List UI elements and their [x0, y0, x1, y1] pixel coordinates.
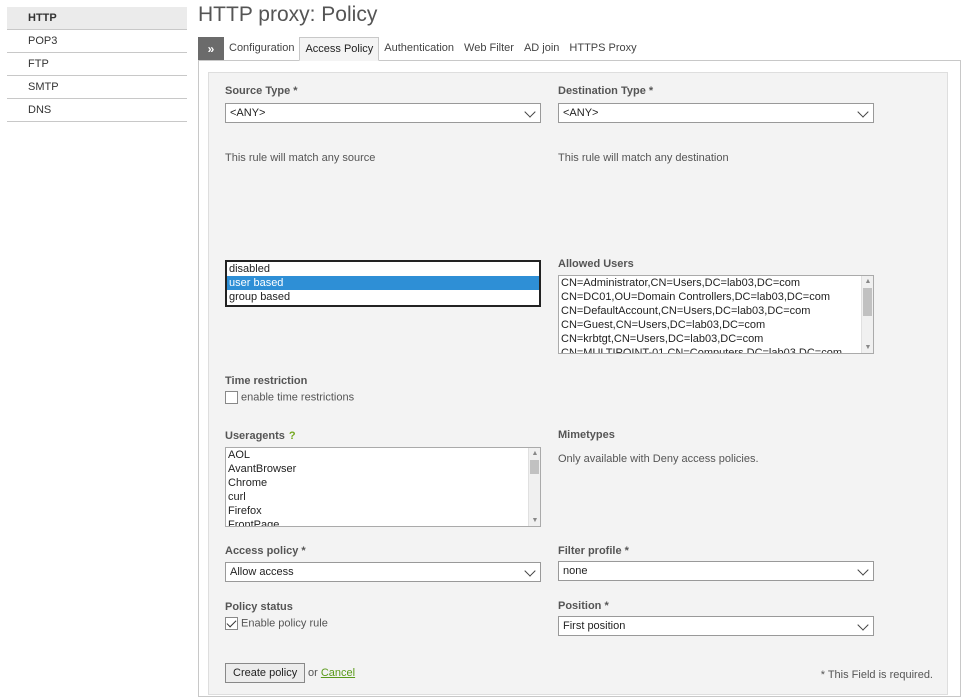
- tab-https-proxy[interactable]: HTTPS Proxy: [564, 37, 641, 60]
- list-item[interactable]: CN=DC01,OU=Domain Controllers,DC=lab03,D…: [559, 290, 873, 304]
- useragents-label-text: Useragents: [225, 430, 285, 442]
- sidebar-item-smtp[interactable]: SMTP: [7, 76, 187, 99]
- scroll-thumb[interactable]: [863, 288, 872, 316]
- time-restriction-label: Time restriction: [225, 375, 308, 387]
- list-item[interactable]: CN=krbtgt,CN=Users,DC=lab03,DC=com: [559, 332, 873, 346]
- source-type-select[interactable]: <ANY>: [225, 103, 541, 123]
- allowed-users-scrollbar[interactable]: ▲ ▼: [861, 276, 873, 353]
- scroll-thumb[interactable]: [530, 460, 539, 474]
- list-item[interactable]: FrontPage: [226, 518, 540, 526]
- or-text: or: [308, 667, 318, 679]
- scroll-down-icon[interactable]: ▼: [529, 515, 540, 526]
- sidebar-item-ftp[interactable]: FTP: [7, 53, 187, 76]
- useragents-label: Useragents?: [225, 430, 296, 442]
- tab-bar: » Configuration Access Policy Authentica…: [198, 37, 961, 61]
- list-item[interactable]: CN=Administrator,CN=Users,DC=lab03,DC=co…: [559, 276, 873, 290]
- tab-configuration[interactable]: Configuration: [224, 37, 299, 60]
- sidebar-nav: HTTP POP3 FTP SMTP DNS: [7, 7, 187, 122]
- tab-ad-join[interactable]: AD join: [519, 37, 564, 60]
- page-title: HTTP proxy: Policy: [198, 3, 378, 26]
- tab-access-policy[interactable]: Access Policy: [299, 37, 380, 61]
- cancel-link[interactable]: Cancel: [321, 667, 355, 679]
- tab-web-filter[interactable]: Web Filter: [459, 37, 519, 60]
- access-policy-label: Access policy *: [225, 545, 306, 557]
- required-note: * This Field is required.: [820, 669, 933, 681]
- sidebar-item-http[interactable]: HTTP: [7, 7, 187, 30]
- allowed-users-listbox[interactable]: CN=Administrator,CN=Users,DC=lab03,DC=co…: [558, 275, 874, 354]
- mimetypes-note: Only available with Deny access policies…: [558, 453, 759, 465]
- enable-policy-checkbox-label: Enable policy rule: [241, 617, 328, 630]
- destination-type-select[interactable]: <ANY>: [558, 103, 874, 123]
- destination-type-note: This rule will match any destination: [558, 152, 729, 164]
- allowed-users-label: Allowed Users: [558, 258, 634, 270]
- time-restriction-row: enable time restrictions: [225, 391, 354, 404]
- useragents-scrollbar[interactable]: ▲ ▼: [528, 448, 540, 526]
- scroll-up-icon[interactable]: ▲: [862, 276, 873, 287]
- action-row: or Cancel: [308, 667, 355, 679]
- list-item[interactable]: AOL: [226, 448, 540, 462]
- sidebar-item-dns[interactable]: DNS: [7, 99, 187, 122]
- help-icon[interactable]: ?: [289, 430, 296, 442]
- auth-mode-option[interactable]: group based: [227, 290, 539, 304]
- list-item[interactable]: AvantBrowser: [226, 462, 540, 476]
- policy-status-label: Policy status: [225, 601, 293, 613]
- auth-mode-option[interactable]: disabled: [227, 262, 539, 276]
- position-select[interactable]: First position: [558, 616, 874, 636]
- list-item[interactable]: Chrome: [226, 476, 540, 490]
- list-item[interactable]: curl: [226, 490, 540, 504]
- policy-form: Source Type * <ANY> This rule will match…: [208, 72, 948, 695]
- access-policy-value: Allow access: [230, 566, 294, 578]
- position-label: Position *: [558, 600, 609, 612]
- filter-profile-select[interactable]: none: [558, 561, 874, 581]
- useragents-listbox[interactable]: AOL AvantBrowser Chrome curl Firefox Fro…: [225, 447, 541, 527]
- chevron-down-icon: [857, 564, 869, 576]
- list-item[interactable]: CN=DefaultAccount,CN=Users,DC=lab03,DC=c…: [559, 304, 873, 318]
- source-type-note: This rule will match any source: [225, 152, 376, 164]
- auth-mode-option-selected[interactable]: user based: [227, 276, 539, 290]
- chevron-down-icon: [857, 619, 869, 631]
- source-type-label: Source Type *: [225, 85, 298, 97]
- tab-authentication[interactable]: Authentication: [379, 37, 459, 60]
- policy-status-row: Enable policy rule: [225, 617, 328, 630]
- scroll-up-icon[interactable]: ▲: [529, 448, 540, 459]
- destination-type-label: Destination Type *: [558, 85, 654, 97]
- tab-panel: Source Type * <ANY> This rule will match…: [198, 61, 961, 697]
- create-policy-button[interactable]: Create policy: [225, 663, 306, 683]
- destination-type-value: <ANY>: [563, 107, 599, 119]
- enable-policy-checkbox[interactable]: [225, 617, 238, 630]
- collapse-toggle-icon[interactable]: »: [198, 37, 224, 60]
- mimetypes-label: Mimetypes: [558, 429, 615, 441]
- auth-mode-listbox[interactable]: disabled user based group based: [225, 260, 541, 307]
- source-type-value: <ANY>: [230, 107, 266, 119]
- position-value: First position: [563, 620, 626, 632]
- filter-profile-value: none: [563, 565, 588, 577]
- chevron-down-icon: [857, 106, 869, 118]
- chevron-down-icon: [524, 106, 536, 118]
- chevron-down-icon: [524, 565, 536, 577]
- list-item[interactable]: CN=Guest,CN=Users,DC=lab03,DC=com: [559, 318, 873, 332]
- list-item[interactable]: CN=MULTIPOINT-01,CN=Computers,DC=lab03,D…: [559, 346, 873, 353]
- sidebar-item-pop3[interactable]: POP3: [7, 30, 187, 53]
- list-item[interactable]: Firefox: [226, 504, 540, 518]
- time-restriction-checkbox-label: enable time restrictions: [241, 391, 355, 404]
- access-policy-select[interactable]: Allow access: [225, 562, 541, 582]
- time-restriction-checkbox[interactable]: [225, 391, 238, 404]
- scroll-down-icon[interactable]: ▼: [862, 342, 873, 353]
- filter-profile-label: Filter profile *: [558, 545, 629, 557]
